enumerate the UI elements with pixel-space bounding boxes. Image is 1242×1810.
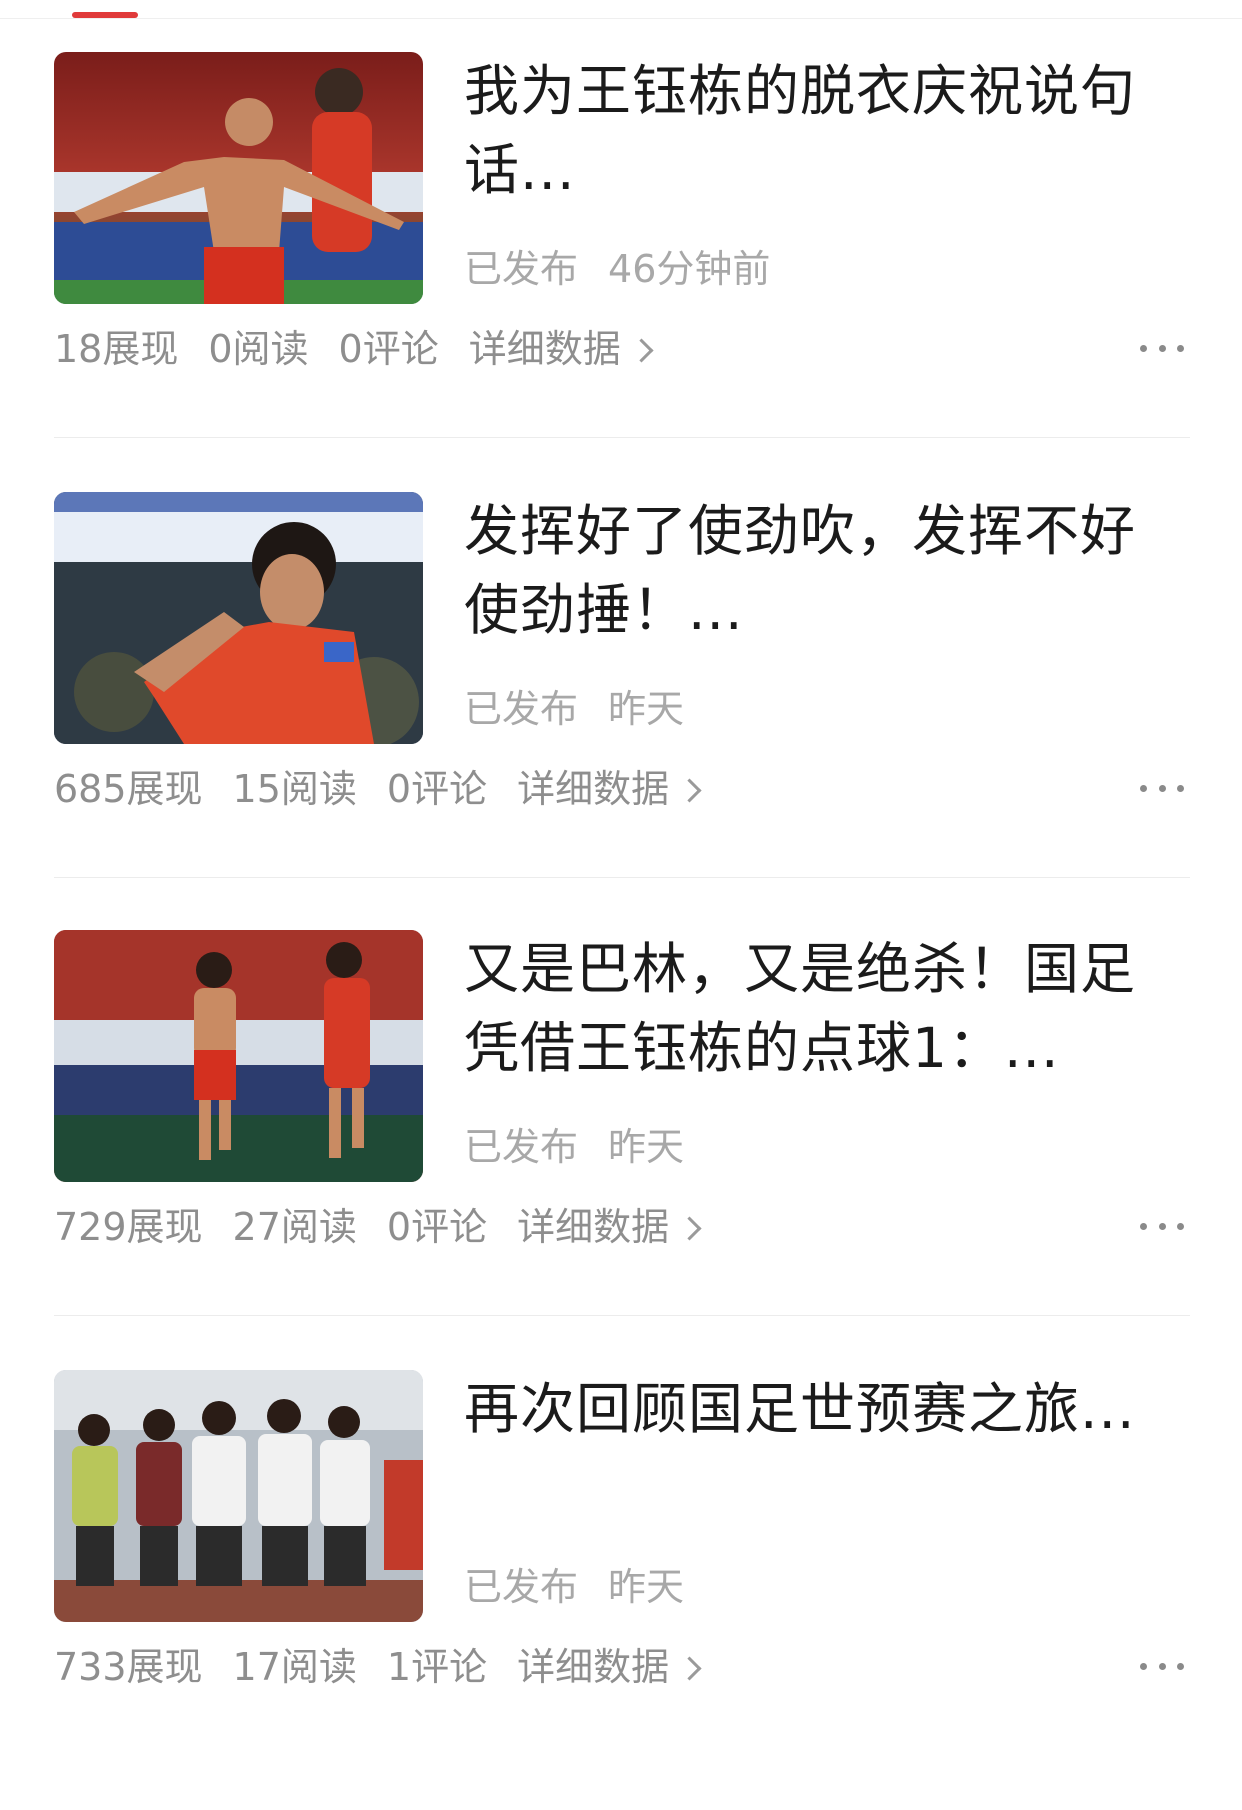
item-divider xyxy=(54,1315,1190,1316)
impressions-count: 733展现 xyxy=(54,1645,203,1689)
tab-indicator xyxy=(72,12,138,18)
article-stats: 685展现 15阅读 0评论 详细数据 xyxy=(54,764,702,814)
detail-data-label: 详细数据 xyxy=(517,767,670,811)
reads-count: 27阅读 xyxy=(232,1205,357,1249)
publish-info: 已发布 昨天 xyxy=(464,684,684,734)
publish-time: 昨天 xyxy=(608,1125,685,1169)
chevron-right-icon xyxy=(677,777,702,803)
detail-data-label: 详细数据 xyxy=(468,327,621,371)
publish-status: 已发布 xyxy=(464,687,579,731)
header-divider xyxy=(0,18,1242,19)
publish-info: 已发布 46分钟前 xyxy=(464,244,770,294)
reads-count: 15阅读 xyxy=(232,767,357,811)
detail-data-link[interactable]: 详细数据 xyxy=(517,764,702,814)
detail-data-link[interactable]: 详细数据 xyxy=(517,1642,702,1692)
thumbnail-image[interactable] xyxy=(54,1370,423,1622)
comments-count: 0评论 xyxy=(338,327,439,371)
impressions-count: 685展现 xyxy=(54,767,203,811)
reads-count: 0阅读 xyxy=(208,327,309,371)
article-title[interactable]: 我为王钰栋的脱衣庆祝说句话... xyxy=(464,52,1184,210)
thumbnail-image[interactable] xyxy=(54,930,423,1182)
comments-count: 0评论 xyxy=(386,767,488,811)
detail-data-link[interactable]: 详细数据 xyxy=(468,324,654,374)
publish-info: 已发布 昨天 xyxy=(464,1122,684,1172)
reads-count: 17阅读 xyxy=(232,1645,357,1689)
more-options-icon[interactable] xyxy=(1140,1214,1184,1238)
publish-time: 昨天 xyxy=(608,687,685,731)
chevron-right-icon xyxy=(677,1655,702,1681)
more-options-icon[interactable] xyxy=(1140,776,1184,800)
publish-status: 已发布 xyxy=(464,1565,579,1609)
article-title[interactable]: 发挥好了使劲吹，发挥不好使劲捶！... xyxy=(464,492,1184,650)
more-options-icon[interactable] xyxy=(1140,1654,1184,1678)
article-item[interactable]: 再次回顾国足世预赛之旅... 已发布 昨天 733展现 17阅读 1评论 详细数据 xyxy=(0,1370,1242,1810)
publish-time: 46分钟前 xyxy=(608,247,771,291)
detail-data-label: 详细数据 xyxy=(517,1205,670,1249)
publish-status: 已发布 xyxy=(464,247,579,291)
more-options-icon[interactable] xyxy=(1140,336,1184,360)
article-stats: 729展现 27阅读 0评论 详细数据 xyxy=(54,1202,702,1252)
thumbnail-image[interactable] xyxy=(54,492,423,744)
article-stats: 733展现 17阅读 1评论 详细数据 xyxy=(54,1642,702,1692)
publish-time: 昨天 xyxy=(608,1565,685,1609)
article-title[interactable]: 再次回顾国足世预赛之旅... xyxy=(464,1370,1184,1449)
impressions-count: 729展现 xyxy=(54,1205,203,1249)
publish-status: 已发布 xyxy=(464,1125,579,1169)
impressions-count: 18展现 xyxy=(54,327,179,371)
article-title[interactable]: 又是巴林，又是绝杀！国足凭借王钰栋的点球1：... xyxy=(464,930,1184,1088)
chevron-right-icon xyxy=(629,337,654,363)
article-item[interactable]: 又是巴林，又是绝杀！国足凭借王钰栋的点球1：... 已发布 昨天 729展现 27… xyxy=(0,930,1242,1370)
publish-info: 已发布 昨天 xyxy=(464,1562,684,1612)
detail-data-link[interactable]: 详细数据 xyxy=(517,1202,702,1252)
article-item[interactable]: 我为王钰栋的脱衣庆祝说句话... 已发布 46分钟前 18展现 0阅读 0评论 详… xyxy=(0,52,1242,492)
thumbnail-image[interactable] xyxy=(54,52,423,304)
item-divider xyxy=(54,437,1190,438)
article-stats: 18展现 0阅读 0评论 详细数据 xyxy=(54,324,654,374)
item-divider xyxy=(54,877,1190,878)
comments-count: 0评论 xyxy=(386,1205,488,1249)
detail-data-label: 详细数据 xyxy=(517,1645,670,1689)
comments-count: 1评论 xyxy=(386,1645,488,1689)
chevron-right-icon xyxy=(677,1215,702,1241)
article-item[interactable]: 发挥好了使劲吹，发挥不好使劲捶！... 已发布 昨天 685展现 15阅读 0评论… xyxy=(0,492,1242,932)
